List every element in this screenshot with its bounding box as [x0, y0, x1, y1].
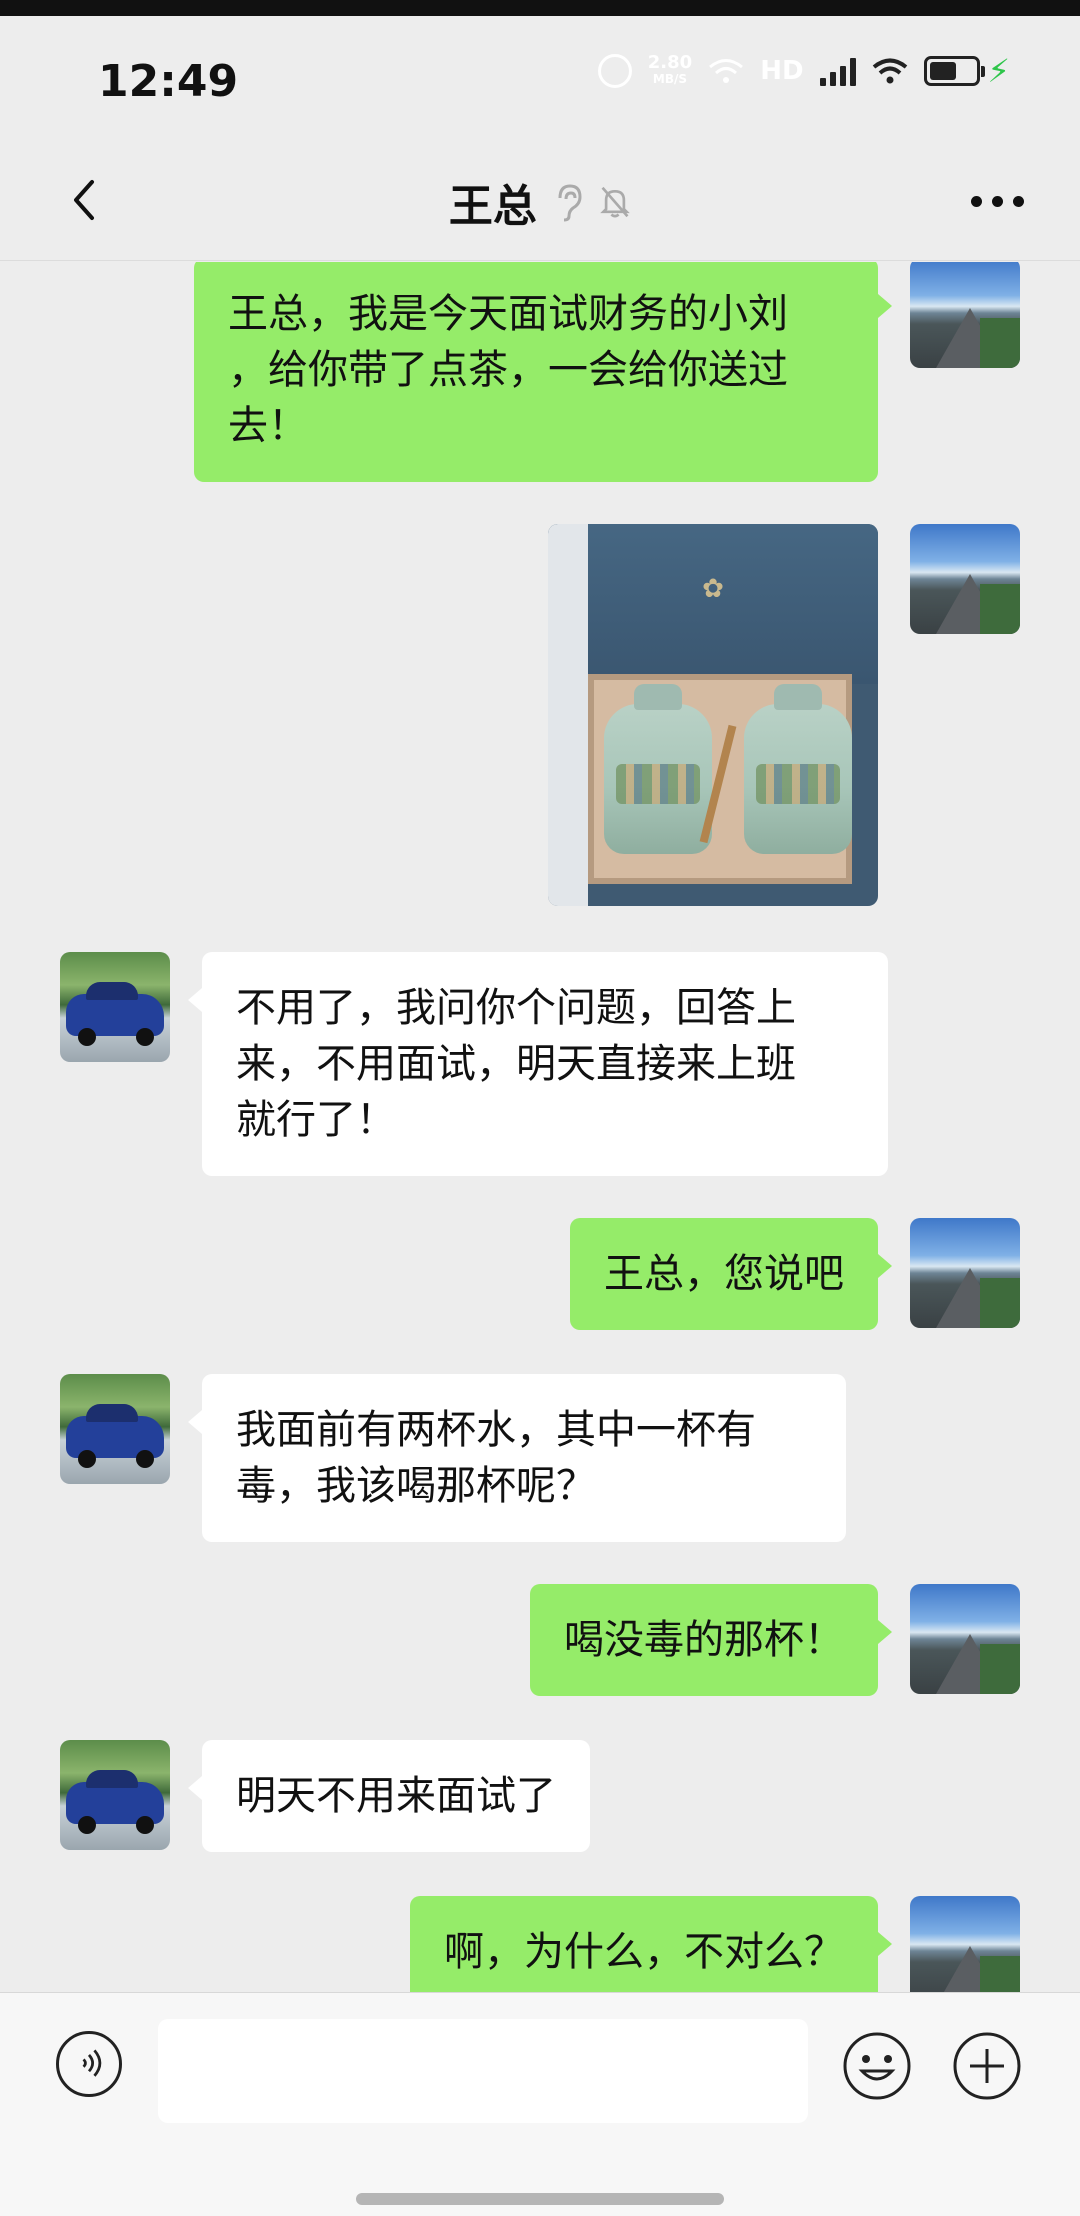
my-avatar[interactable]	[910, 524, 1020, 634]
status-time: 12:49	[98, 56, 239, 107]
my-avatar[interactable]	[910, 1218, 1020, 1328]
chat-title[interactable]: 王总	[449, 170, 537, 234]
input-bar	[0, 1992, 1080, 2216]
message-bubble-sent[interactable]: 喝没毒的那杯！	[530, 1584, 892, 1696]
wifi-icon	[709, 59, 744, 83]
home-indicator[interactable]	[356, 2193, 724, 2205]
my-avatar[interactable]	[910, 262, 1020, 368]
voice-icon[interactable]	[56, 2031, 122, 2097]
network-speed-unit: MB/S	[652, 72, 688, 86]
message-bubble-sent[interactable]: 王总，我是今天面试财务的小刘 ，给你带了点茶，一会给你送过 去！	[194, 262, 892, 482]
wifi-strength-icon	[872, 58, 907, 84]
my-avatar[interactable]	[910, 1896, 1020, 1992]
contact-avatar[interactable]	[60, 1374, 170, 1484]
more-dots-icon[interactable]	[971, 196, 1024, 207]
chat-screen: 12:49 2.80 MB/S HD ⚡ 王总 王总，我是今天面试财务的小刘 ，…	[0, 0, 1080, 2216]
message-list[interactable]: 王总，我是今天面试财务的小刘 ，给你带了点茶，一会给你送过 去！ ✿ 不用了，我…	[0, 262, 1080, 1992]
message-bubble-sent[interactable]: 王总，您说吧	[570, 1218, 892, 1330]
plus-icon[interactable]	[952, 2031, 1022, 2101]
network-speed: 2.80 MB/S	[647, 52, 693, 87]
ear-icon	[558, 184, 582, 222]
message-bubble-sent[interactable]: 啊，为什么，不对么？	[410, 1896, 892, 1992]
box-logo-icon: ✿	[702, 574, 724, 604]
cell-signal-icon	[819, 56, 856, 86]
charging-icon: ⚡	[987, 52, 1010, 90]
tea-gift-box-photo[interactable]: ✿	[548, 524, 878, 906]
contact-avatar[interactable]	[60, 1740, 170, 1850]
title-wrap: 王总	[0, 170, 1080, 234]
alarm-icon	[597, 54, 632, 88]
emoji-icon[interactable]	[842, 2031, 912, 2101]
chat-header: 王总	[0, 140, 1080, 261]
battery-level	[929, 62, 956, 80]
status-bar: 12:49 2.80 MB/S HD ⚡	[0, 16, 1080, 120]
message-bubble-received[interactable]: 明天不用来面试了	[188, 1740, 590, 1852]
battery-icon	[923, 56, 985, 86]
hd-label: HD	[760, 56, 804, 86]
message-bubble-received[interactable]: 我面前有两杯水，其中一杯有 毒，我该喝那杯呢？	[188, 1374, 846, 1542]
top-edge-bar	[0, 0, 1080, 16]
message-input[interactable]	[158, 2019, 808, 2123]
network-speed-value: 2.80	[647, 52, 693, 73]
mute-bell-icon	[600, 186, 630, 218]
status-icons: 2.80 MB/S HD ⚡	[597, 52, 1010, 90]
message-bubble-received[interactable]: 不用了，我问你个问题，回答上 来，不用面试，明天直接来上班 就行了！	[188, 952, 888, 1176]
contact-avatar[interactable]	[60, 952, 170, 1062]
my-avatar[interactable]	[910, 1584, 1020, 1694]
